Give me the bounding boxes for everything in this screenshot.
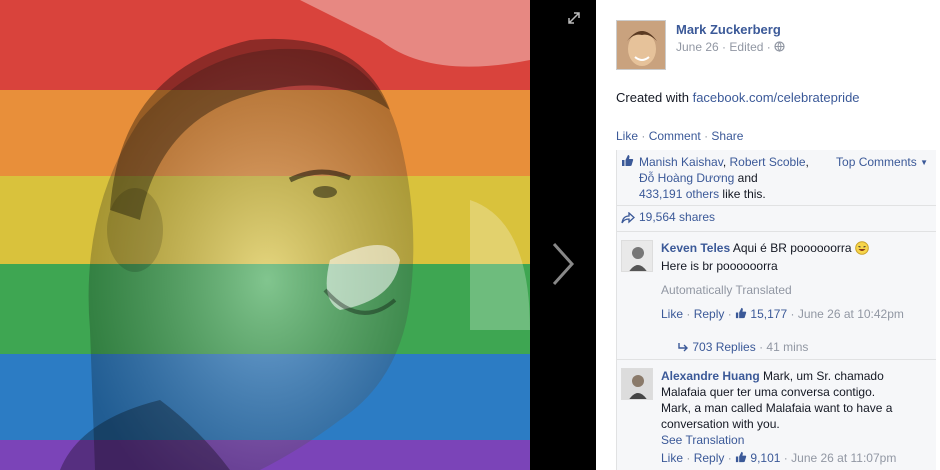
comment-like-button-2[interactable]: Like [661,451,683,465]
comment-text-line-4: conversation with you. [661,417,780,431]
liker-link-3[interactable]: Đỗ Hoàng Dương [639,171,734,185]
comment-item: Keven Teles Aqui é BR poooooorra Here is… [617,232,936,360]
comment-date-2[interactable]: June 26 at 11:07pm [791,451,896,465]
comment-actions: Like · Reply · 15,177 · June 26 at 10:42… [661,306,933,322]
commenter-avatar-2[interactable] [621,368,653,400]
like-button[interactable]: Like [616,129,638,143]
comment-like-count-2[interactable]: 9,101 [750,451,780,465]
sep-3: · [790,307,798,321]
comment-text: Aqui é BR poooooorra [732,241,852,255]
comment-button[interactable]: Comment [649,129,701,143]
comma-2: , [805,155,809,169]
top-comments-label: Top Comments [836,155,917,169]
meta-separator-2: · [766,40,775,54]
sep-6: · [727,451,736,465]
photo-viewer [0,0,596,470]
post-text: Created with facebook.com/celebratepride [616,90,860,105]
comma: , [722,155,730,169]
comment-reply-button-2[interactable]: Reply [694,451,725,465]
author-avatar[interactable] [616,20,666,70]
post-side-panel: Mark Zuckerberg June 26 · Edited · Creat… [596,0,940,470]
shares-link[interactable]: 19,564 shares [639,210,715,224]
commenter-name-link-2[interactable]: Alexandre Huang [661,369,760,383]
post-actions: Like · Comment · Share [616,129,743,143]
sep-2: · [727,307,736,321]
post-text-prefix: Created with [616,90,693,105]
post-meta: June 26 · Edited · [676,40,785,54]
comment-date[interactable]: June 26 at 10:42pm [798,307,904,321]
likes-summary: Manish Kaishav, Robert Scoble, Đỗ Hoàng … [617,150,936,206]
reply-arrow-icon [677,340,689,354]
celebratepride-link[interactable]: facebook.com/celebratepride [693,90,860,105]
likes-suffix: like this. [722,187,766,201]
share-arrow-icon [621,211,635,224]
liker-link-2[interactable]: Robert Scoble [730,155,806,169]
comment-like-button[interactable]: Like [661,307,683,321]
shares-summary: 19,564 shares [617,206,936,232]
top-comments-dropdown[interactable]: Top Comments ▼ [836,154,928,171]
translation-text: Here is br poooooorra [661,259,778,273]
commenter-avatar[interactable] [621,240,653,272]
comment-text-line-2: Malafaia quer ter uma conversa contigo. [661,385,876,399]
replies-count-link[interactable]: 703 Replies [692,340,755,354]
caret-down-icon: ▼ [920,158,928,167]
comment-like-count[interactable]: 15,177 [750,307,787,321]
globe-icon[interactable] [774,40,785,54]
laughing-emoji-icon [855,241,869,255]
auto-translated-label: Automatically Translated [661,283,792,297]
action-separator: · [641,129,646,143]
liker-link-1[interactable]: Manish Kaishav [639,155,723,169]
profile-photo-rainbow-filter[interactable] [0,0,530,470]
comment-actions-2: Like · Reply · 9,101 · June 26 at 11:07p… [661,450,933,466]
feedback-section: Manish Kaishav, Robert Scoble, Đỗ Hoàng … [616,150,936,470]
comment-text-line-3: Mark, a man called Malafaia want to have… [661,401,893,415]
expand-icon[interactable] [566,10,582,26]
thumbs-up-icon [621,154,634,167]
post-date[interactable]: June 26 [676,40,719,54]
others-count-link[interactable]: 433,191 others [639,187,719,201]
comment-reply-button[interactable]: Reply [694,307,725,321]
replies-link-row[interactable]: 703 Replies · 41 mins [677,340,808,354]
commenter-name-link[interactable]: Keven Teles [661,241,730,255]
replies-time: 41 mins [766,340,809,354]
share-button[interactable]: Share [711,129,743,143]
edited-label[interactable]: Edited [729,40,763,54]
chevron-right-icon[interactable] [548,240,578,288]
photo-image [0,0,530,470]
comment-body: Keven Teles Aqui é BR poooooorra Here is… [661,240,933,322]
author-name-link[interactable]: Mark Zuckerberg [676,22,781,37]
comment-item-2: Alexandre Huang Mark, um Sr. chamado Mal… [617,360,936,470]
comment-body-2: Alexandre Huang Mark, um Sr. chamado Mal… [661,368,933,466]
thumbs-up-icon [735,451,747,465]
likes-and: and [737,171,758,185]
comment-text-line-1: Mark, um Sr. chamado [763,369,884,383]
see-translation-link[interactable]: See Translation [661,432,933,448]
sep: · [686,307,694,321]
sep-5: · [686,451,694,465]
thumbs-up-icon [735,307,747,321]
action-separator-2: · [704,129,709,143]
